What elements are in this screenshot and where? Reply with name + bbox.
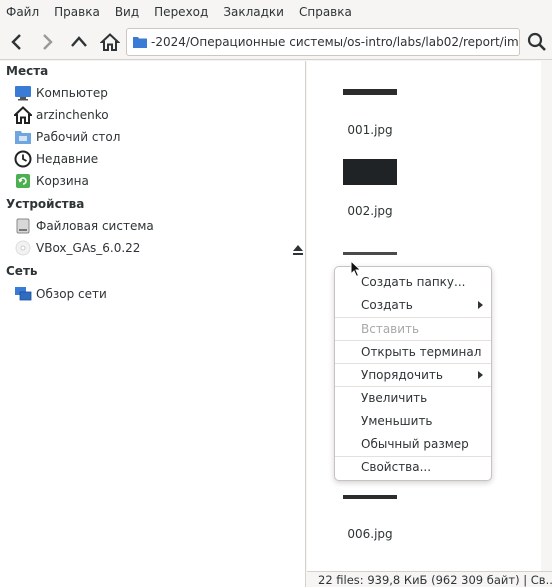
places-title: Места (6, 64, 49, 78)
menu-item-label: Вставить (361, 322, 420, 336)
status-bar: 22 files: 939,8 КиБ (962 309 байт) | Св.… (307, 571, 552, 587)
menu-item-paste: Вставить (335, 318, 491, 340)
chevron-left-icon (11, 34, 21, 50)
scrollbar[interactable] (541, 61, 552, 571)
sidebar-item-label: Компьютер (36, 86, 108, 100)
drive-icon (14, 217, 32, 235)
network-title: Сеть (6, 264, 38, 278)
file-name[interactable]: 006.jpg (320, 527, 420, 541)
sidebar-item-network[interactable]: Обзор сети (14, 283, 304, 305)
thumbnail-001[interactable] (343, 89, 397, 95)
thumbnail-003[interactable] (343, 252, 397, 255)
menu-item-label: Создать (361, 298, 413, 312)
chevron-right-icon (43, 34, 53, 50)
home-button[interactable] (97, 28, 123, 56)
search-icon (527, 32, 546, 51)
sidebar-item-label: Недавние (36, 152, 99, 166)
sidebar-item-desktop[interactable]: Рабочий стол (14, 126, 304, 148)
network-icon (14, 285, 32, 303)
sidebar-item-label: VBox_GAs_6.0.22 (36, 241, 141, 255)
sidebar-item-trash[interactable]: Корзина (14, 170, 304, 192)
folder-icon (133, 37, 147, 48)
location-path: -2024/Операционные системы/os-intro/labs… (151, 35, 520, 49)
home-icon (14, 106, 32, 124)
menu-item-label: Уменьшить (361, 414, 433, 428)
menu-item-normal-size[interactable]: Обычный размер (335, 433, 491, 455)
menu-go[interactable]: Переход (154, 5, 208, 19)
up-button[interactable] (66, 28, 92, 56)
back-button[interactable] (4, 28, 30, 56)
disc-icon (14, 239, 32, 257)
location-bar[interactable]: -2024/Операционные системы/os-intro/labs… (126, 28, 520, 56)
menu-bookmarks[interactable]: Закладки (223, 5, 284, 19)
menu-item-label: Открыть терминал (361, 345, 482, 359)
thumbnail-006[interactable] (343, 495, 397, 499)
context-menu: Создать папку... Создать Вставить Открыт… (334, 266, 492, 481)
toolbar: -2024/Операционные системы/os-intro/labs… (0, 24, 552, 60)
sidebar-item-recent[interactable]: Недавние (14, 148, 304, 170)
sidebar-item-label: Рабочий стол (36, 130, 121, 144)
trash-icon (14, 172, 32, 190)
file-name[interactable]: 002.jpg (320, 204, 420, 218)
menu-item-properties[interactable]: Свойства... (335, 456, 491, 478)
menu-item-label: Свойства... (361, 460, 432, 474)
eject-icon[interactable] (292, 244, 304, 256)
menu-view[interactable]: Вид (115, 5, 139, 19)
menu-file[interactable]: Файл (6, 5, 39, 19)
menu-item-create[interactable]: Создать (335, 294, 491, 316)
sidebar-item-filesystem[interactable]: Файловая система (14, 215, 304, 237)
devices-title: Устройства (6, 197, 85, 211)
sidebar-item-computer[interactable]: Компьютер (14, 82, 304, 104)
menu-item-label: Обычный размер (361, 437, 469, 451)
mouse-cursor-icon (350, 260, 362, 278)
menu-item-arrange[interactable]: Упорядочить (335, 364, 491, 386)
home-icon (100, 33, 120, 51)
thumbnail-002[interactable] (343, 159, 397, 185)
sidebar-item-label: Файловая система (36, 219, 154, 233)
computer-icon (14, 84, 32, 102)
sidebar-item-home[interactable]: arzinchenko (14, 104, 304, 126)
menu-item-zoom-in[interactable]: Увеличить (335, 387, 491, 409)
desktop-folder-icon (14, 128, 32, 146)
chevron-up-icon (71, 36, 87, 47)
menu-item-zoom-out[interactable]: Уменьшить (335, 410, 491, 432)
menu-item-label: Увеличить (361, 391, 428, 405)
sidebar-item-vbox[interactable]: VBox_GAs_6.0.22 (14, 237, 304, 259)
menu-edit[interactable]: Правка (54, 5, 100, 19)
submenu-arrow-icon (478, 371, 483, 379)
menu-item-label: Создать папку... (361, 275, 466, 289)
file-name[interactable]: 001.jpg (320, 123, 420, 137)
clock-icon (14, 150, 32, 168)
submenu-arrow-icon (478, 301, 483, 309)
menu-item-label: Упорядочить (361, 368, 443, 382)
menu-item-open-terminal[interactable]: Открыть терминал (335, 341, 491, 363)
sidebar-item-label: Обзор сети (36, 287, 107, 301)
menu-help[interactable]: Справка (299, 5, 352, 19)
menubar: Файл Правка Вид Переход Закладки Справка (0, 0, 552, 24)
forward-button[interactable] (34, 28, 60, 56)
search-button[interactable] (523, 28, 551, 56)
sidebar-item-label: Корзина (36, 174, 89, 188)
sidebar: Места Компьютер arzinchenko Рабочий стол… (0, 61, 306, 587)
sidebar-item-label: arzinchenko (36, 108, 109, 122)
